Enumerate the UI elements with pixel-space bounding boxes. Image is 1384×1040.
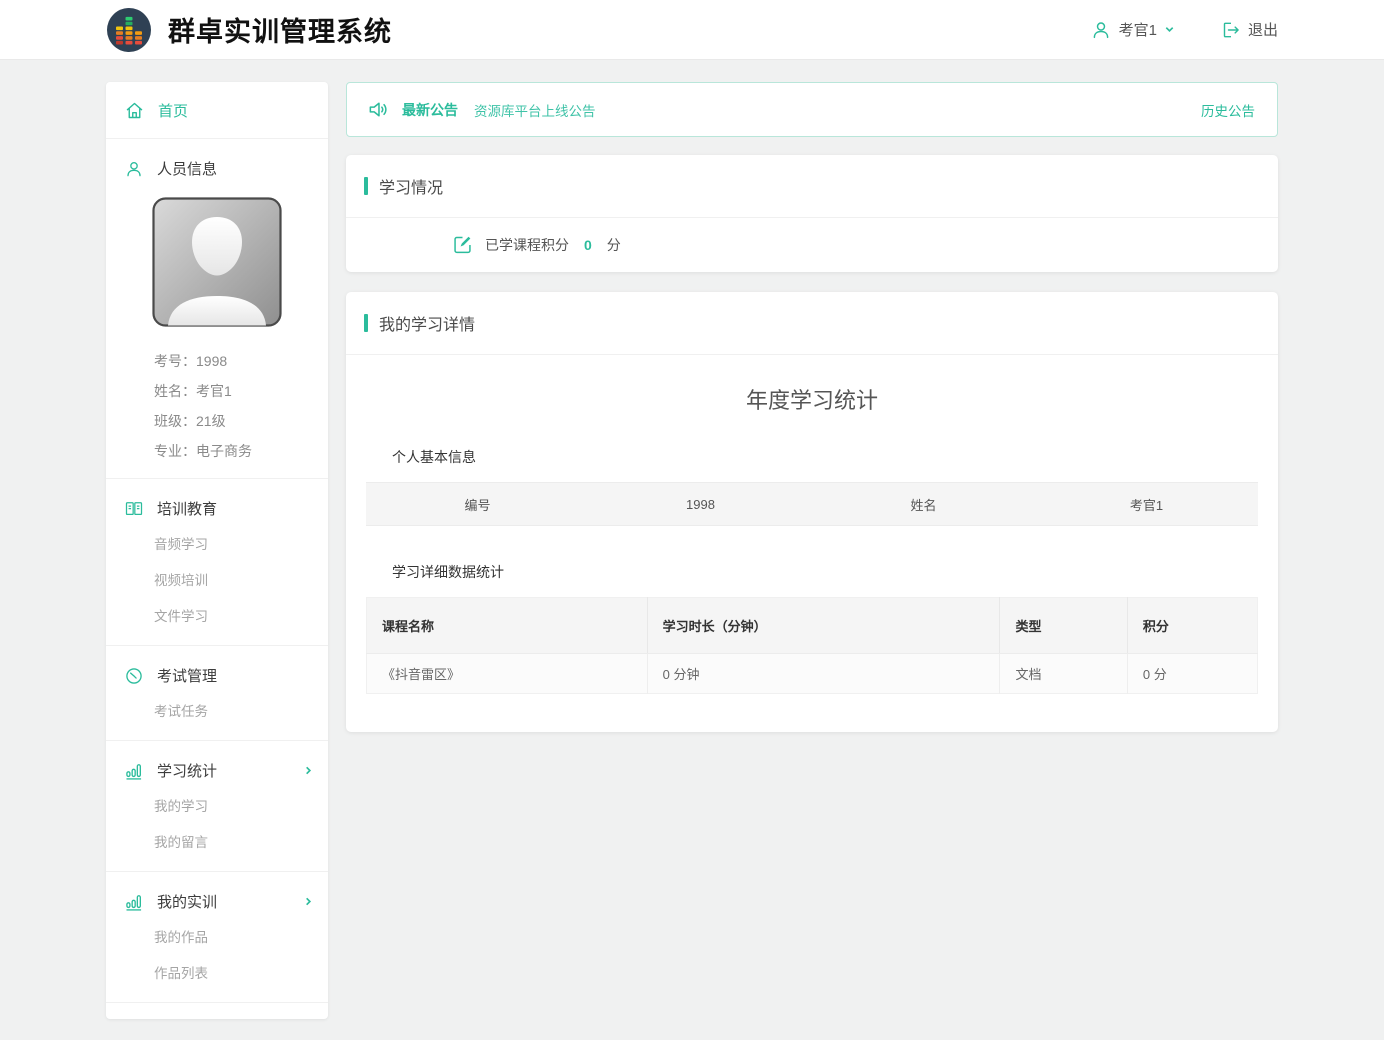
stats-label: 学习详细数据统计 — [366, 562, 1258, 597]
study-status-card: 学习情况 已学课程积分 0 分 — [346, 155, 1278, 272]
logout-button[interactable]: 退出 — [1221, 19, 1278, 40]
basic-info-cell: 编号 — [366, 495, 589, 514]
basic-info-row: 编号 1998 姓名 考官1 — [366, 482, 1258, 526]
sidebar: 首页 人员信息 — [106, 82, 328, 1019]
basic-info-cell: 姓名 — [812, 495, 1035, 514]
column-header: 类型 — [1000, 598, 1127, 654]
user-name: 考官1 — [1119, 19, 1157, 40]
study-detail-card: 我的学习详情 年度学习统计 个人基本信息 编号 1998 姓名 考官1 学习详细… — [346, 292, 1278, 732]
history-announcements-link[interactable]: 历史公告 — [1201, 100, 1255, 120]
profile-field-exam-no: 考号：1998 — [106, 346, 328, 376]
sidebar-item-training[interactable]: 培训教育 — [106, 492, 328, 525]
brand: 群卓实训管理系统 — [106, 7, 392, 53]
profile-field-class: 班级：21级 — [106, 406, 328, 436]
sidebar-section-profile: 人员信息 考号：1998 — [106, 139, 328, 479]
user-icon — [1090, 19, 1112, 41]
basic-info-cell: 考官1 — [1035, 495, 1258, 514]
sidebar-profile-label: 人员信息 — [157, 158, 217, 179]
clock-icon — [124, 666, 144, 686]
bar-chart-icon — [124, 761, 144, 781]
duration-cell: 0 分钟 — [647, 654, 1000, 694]
announcement-bar: 最新公告 资源库平台上线公告 历史公告 — [346, 82, 1278, 137]
speaker-icon — [367, 98, 390, 121]
profile-field-name: 姓名：考官1 — [106, 376, 328, 406]
avatar — [152, 197, 328, 332]
book-icon — [124, 499, 144, 519]
sidebar-section-study-stats: 学习统计 我的学习 我的留言 — [106, 741, 328, 872]
course-name-cell: 《抖音雷区》 — [367, 654, 648, 694]
announcement-latest-label: 最新公告 — [402, 100, 458, 120]
score-cell: 0 分 — [1127, 654, 1257, 694]
basic-info-cell: 1998 — [589, 497, 812, 512]
basic-info-label: 个人基本信息 — [366, 447, 1258, 482]
app-title: 群卓实训管理系统 — [168, 10, 392, 49]
chevron-right-icon — [303, 765, 314, 776]
bar-chart-icon — [124, 892, 144, 912]
study-status-title: 学习情况 — [379, 174, 443, 198]
logout-icon — [1221, 20, 1241, 40]
sidebar-item-profile[interactable]: 人员信息 — [106, 152, 328, 185]
column-header: 积分 — [1127, 598, 1257, 654]
column-header: 学习时长（分钟） — [647, 598, 1000, 654]
sidebar-item-study-stats[interactable]: 学习统计 — [106, 754, 328, 787]
sidebar-item-home[interactable]: 首页 — [106, 82, 328, 139]
score-value: 0 — [584, 237, 592, 253]
sidebar-training-label: 培训教育 — [157, 498, 217, 519]
sidebar-section-my-practice: 我的实训 我的作品 作品列表 — [106, 872, 328, 1003]
score-unit: 分 — [607, 235, 621, 255]
sidebar-item-video-training[interactable]: 视频培训 — [106, 561, 328, 597]
sidebar-exam-label: 考试管理 — [157, 665, 217, 686]
sidebar-item-exam[interactable]: 考试管理 — [106, 659, 328, 692]
chevron-right-icon — [303, 896, 314, 907]
logout-label: 退出 — [1248, 19, 1278, 40]
sidebar-item-my-messages[interactable]: 我的留言 — [106, 823, 328, 859]
announcement-link[interactable]: 资源库平台上线公告 — [474, 100, 596, 120]
app-logo-icon — [106, 7, 152, 53]
page-footer: 版权所有 ©Copyright 2009 - 2020. 56sucai.com… — [0, 1019, 1384, 1040]
title-marker — [364, 177, 368, 195]
sidebar-section-training: 培训教育 音频学习 视频培训 文件学习 — [106, 479, 328, 646]
user-menu[interactable]: 考官1 — [1090, 19, 1175, 41]
sidebar-item-my-works[interactable]: 我的作品 — [106, 918, 328, 954]
title-marker — [364, 314, 368, 332]
sidebar-item-file-study[interactable]: 文件学习 — [106, 597, 328, 633]
sidebar-item-my-practice[interactable]: 我的实训 — [106, 885, 328, 918]
annual-report-title: 年度学习统计 — [366, 355, 1258, 447]
top-header: 群卓实训管理系统 考官1 — [0, 0, 1384, 60]
sidebar-item-my-study[interactable]: 我的学习 — [106, 787, 328, 823]
sidebar-item-audio-study[interactable]: 音频学习 — [106, 525, 328, 561]
table-header-row: 课程名称 学习时长（分钟） 类型 积分 — [367, 598, 1258, 654]
study-detail-title: 我的学习详情 — [379, 311, 475, 335]
score-label: 已学课程积分 — [485, 235, 569, 255]
sidebar-my-practice-label: 我的实训 — [157, 891, 217, 912]
sidebar-item-exam-task[interactable]: 考试任务 — [106, 692, 328, 728]
column-header: 课程名称 — [367, 598, 648, 654]
person-icon — [124, 159, 144, 179]
edit-icon — [452, 234, 473, 255]
chevron-down-icon — [1164, 24, 1175, 35]
profile-field-major: 专业：电子商务 — [106, 436, 328, 466]
type-cell: 文档 — [1000, 654, 1127, 694]
sidebar-item-works-list[interactable]: 作品列表 — [106, 954, 328, 990]
study-stats-table: 课程名称 学习时长（分钟） 类型 积分 《抖音雷区》 0 分钟 文档 0 分 — [366, 597, 1258, 694]
home-icon — [124, 100, 145, 121]
sidebar-home-label: 首页 — [158, 100, 188, 121]
sidebar-section-exam: 考试管理 考试任务 — [106, 646, 328, 741]
sidebar-study-stats-label: 学习统计 — [157, 760, 217, 781]
table-row: 《抖音雷区》 0 分钟 文档 0 分 — [367, 654, 1258, 694]
